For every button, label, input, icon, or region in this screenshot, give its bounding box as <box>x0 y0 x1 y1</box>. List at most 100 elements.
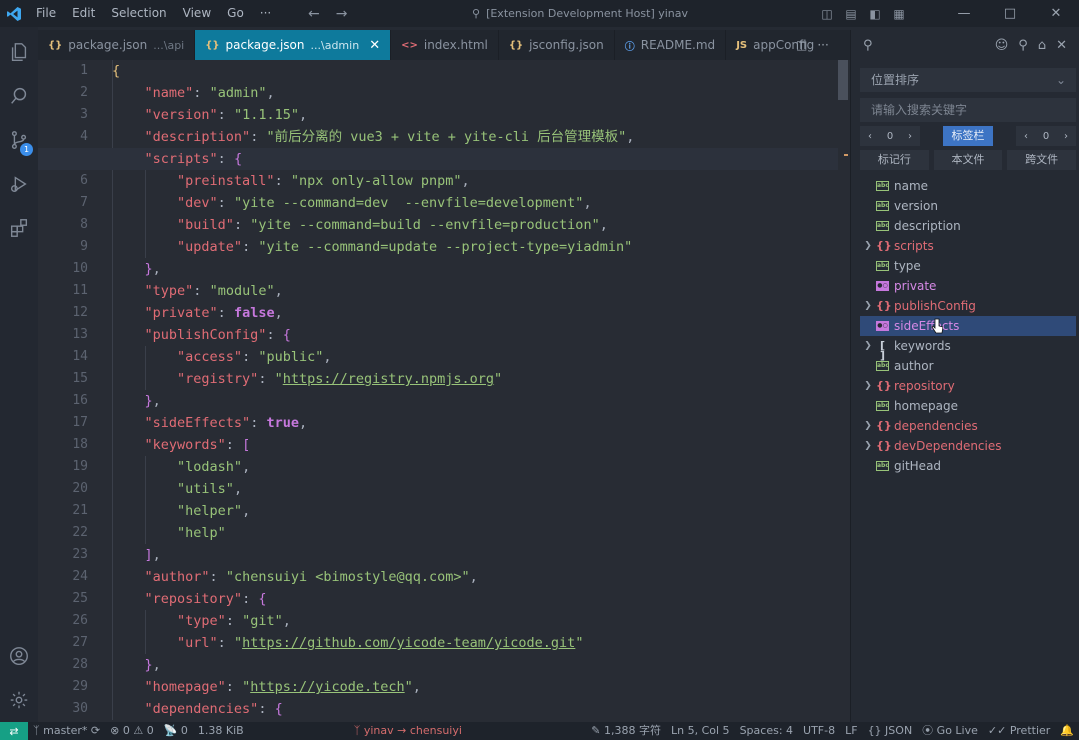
indentation[interactable]: Spaces: 4 <box>735 722 798 740</box>
tree-node-dependencies[interactable]: ❯{} dependencies <box>860 416 1076 436</box>
close-tab-icon[interactable]: ✕ <box>369 38 380 53</box>
string-icon: abc <box>876 221 889 231</box>
ports-indicator[interactable]: 📡 0 <box>159 722 193 740</box>
tree-node-name[interactable]: abc name <box>860 176 1076 196</box>
toggle-secondary-sidebar-icon[interactable]: ◧ <box>863 7 887 21</box>
chevron-right-icon[interactable]: ❯ <box>860 336 876 356</box>
menu-selection[interactable]: Selection <box>103 0 174 27</box>
key-icon[interactable]: ⚲ <box>1018 38 1028 53</box>
tree-node-type[interactable]: abc type <box>860 256 1076 276</box>
toggle-panel-icon[interactable]: ▤ <box>839 7 863 21</box>
code-line: "author": "chensuiyi <bimostyle@qq.com>"… <box>144 569 478 585</box>
explorer-icon[interactable] <box>0 33 38 71</box>
chevron-left-icon[interactable]: ‹ <box>860 131 880 142</box>
tree-node-homepage[interactable]: abc homepage <box>860 396 1076 416</box>
settings-gear-icon[interactable] <box>0 681 38 719</box>
tree-node-devdependencies[interactable]: ❯{} devDependencies <box>860 436 1076 456</box>
tree-node-repository[interactable]: ❯{} repository <box>860 376 1076 396</box>
mark-button[interactable]: 标签栏 <box>943 126 993 146</box>
encoding[interactable]: UTF-8 <box>798 722 840 740</box>
chevron-right-icon[interactable]: ❯ <box>860 296 876 316</box>
search-view-icon[interactable] <box>0 77 38 115</box>
run-debug-icon[interactable] <box>0 165 38 203</box>
line-stepper-left[interactable]: ‹ 0 › <box>860 126 920 146</box>
home-icon[interactable]: ⌂ <box>1038 38 1046 53</box>
tab-package-json-api[interactable]: {} package.json ...\api <box>38 30 196 60</box>
char-count-value: 1,388 字符 <box>604 724 661 737</box>
source-control-icon[interactable]: 1 <box>0 121 38 159</box>
code-line: "publishConfig": { <box>144 327 291 343</box>
line-number: 29 <box>72 679 88 694</box>
restore-icon[interactable]: □ <box>987 6 1033 21</box>
minimize-icon[interactable]: — <box>941 6 987 21</box>
prettier-indicator[interactable]: ✓✓ Prettier <box>983 722 1055 740</box>
chevron-left-icon[interactable]: ‹ <box>1016 131 1036 142</box>
close-window-icon[interactable]: ✕ <box>1033 6 1079 21</box>
tree-node-description[interactable]: abc description <box>860 216 1076 236</box>
chevron-right-icon[interactable]: ❯ <box>860 236 876 256</box>
tab-jsconfig-json[interactable]: {} jsconfig.json <box>499 30 615 60</box>
line-stepper-right[interactable]: ‹ 0 › <box>1016 126 1076 146</box>
chevron-right-icon[interactable]: ❯ <box>860 436 876 456</box>
tree-node-publishconfig[interactable]: ❯{} publishConfig <box>860 296 1076 316</box>
tree-node-sideeffects[interactable]: ●○ sideEffects <box>860 316 1076 336</box>
chevron-right-icon[interactable]: › <box>1056 131 1076 142</box>
menu-edit[interactable]: Edit <box>64 0 103 27</box>
tree-node-keywords[interactable]: ❯[ ] keywords <box>860 336 1076 361</box>
notifications-bell-icon[interactable]: 🔔 <box>1055 722 1079 740</box>
search-placeholder: 请输入搜索关键字 <box>871 103 968 117</box>
json-tree: abc name abc version abc description ❯{} scr… <box>860 176 1076 476</box>
problems-indicator[interactable]: ⊗ 0 ⚠ 0 <box>105 722 159 740</box>
tree-node-author[interactable]: abc author <box>860 356 1076 376</box>
git-user-indicator[interactable]: ᛉ yinav → chensuiyi <box>349 722 467 740</box>
go-live-button[interactable]: ⦿ Go Live <box>917 722 983 740</box>
json-file-icon: {} <box>48 39 63 51</box>
code-line: "name": "admin", <box>144 85 275 101</box>
code-editor[interactable]: 1 2 3 4 5 6 7 8 9 10 11 12 13 14 15 16 1… <box>38 60 850 722</box>
code-line: "update": "yite --command=update --proje… <box>177 239 633 255</box>
line-number: 19 <box>72 459 88 474</box>
code-line: "utils", <box>177 481 243 497</box>
editor-scrollbar[interactable] <box>838 60 848 100</box>
customize-layout-icon[interactable]: ▦ <box>887 7 911 21</box>
back-arrow-icon[interactable]: ← <box>308 6 320 22</box>
cursor-position[interactable]: Ln 5, Col 5 <box>666 722 735 740</box>
menu-more[interactable]: ··· <box>252 0 279 27</box>
tree-node-githead[interactable]: abc gitHead <box>860 456 1076 476</box>
split-editor-icon[interactable]: ◫ <box>796 38 807 52</box>
pin-icon[interactable]: ⚲ <box>863 38 873 53</box>
search-icon: ⚲ <box>472 7 481 20</box>
extensions-icon[interactable] <box>0 209 38 247</box>
line-number: 11 <box>72 283 88 298</box>
tree-node-scripts[interactable]: ❯{} scripts <box>860 236 1076 256</box>
git-branch[interactable]: ᛉ master* ⟳ <box>28 722 105 740</box>
tree-node-private[interactable]: ●○ private <box>860 276 1076 296</box>
account-icon[interactable] <box>0 637 38 675</box>
filter-this-file[interactable]: 本文件 <box>933 150 1003 170</box>
filter-marked-lines[interactable]: 标记行 <box>860 150 929 170</box>
chevron-right-icon[interactable]: ❯ <box>860 376 876 396</box>
chevron-right-icon[interactable]: ❯ <box>860 416 876 436</box>
tab-readme-md[interactable]: ⓘ README.md <box>615 30 727 60</box>
tree-node-version[interactable]: abc version <box>860 196 1076 216</box>
chevron-right-icon[interactable]: › <box>900 131 920 142</box>
close-panel-icon[interactable]: ✕ <box>1056 38 1067 53</box>
filter-cross-file[interactable]: 跨文件 <box>1007 150 1077 170</box>
line-number: 17 <box>72 415 88 430</box>
remote-indicator-icon[interactable]: ⇄ <box>0 722 28 740</box>
keyword-search-input[interactable]: 请输入搜索关键字 <box>860 98 1076 122</box>
toggle-sidebar-icon[interactable]: ◫ <box>815 7 839 21</box>
end-of-line[interactable]: LF <box>840 722 862 740</box>
menu-view[interactable]: View <box>175 0 219 27</box>
menu-file[interactable]: File <box>28 0 64 27</box>
tab-package-json-admin[interactable]: {} package.json ...\admin ✕ <box>195 30 392 60</box>
tab-index-html[interactable]: <> index.html <box>391 30 499 60</box>
command-center[interactable]: ⚲ [Extension Development Host] yinav <box>472 0 688 27</box>
menu-go[interactable]: Go <box>219 0 252 27</box>
forward-arrow-icon[interactable]: → <box>336 6 348 22</box>
language-mode[interactable]: {} JSON <box>863 722 918 740</box>
sort-select[interactable]: 位置排序 ⌄ <box>860 68 1076 92</box>
more-actions-icon[interactable]: ··· <box>817 38 828 52</box>
user-icon[interactable]: ☺ <box>995 38 1009 53</box>
object-icon: {} <box>876 299 892 312</box>
